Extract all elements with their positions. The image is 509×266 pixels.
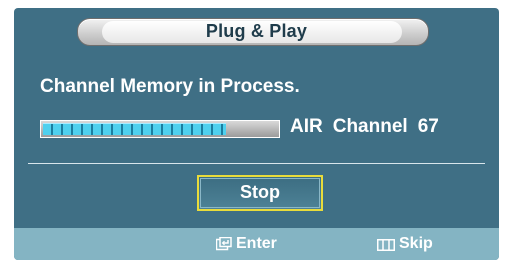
skip-label: Skip <box>399 235 433 252</box>
channel-info: AIR Channel 67 <box>290 116 449 138</box>
channel-number: 67 <box>417 116 439 137</box>
stop-button[interactable]: Stop <box>197 175 323 211</box>
progress-bar <box>40 120 280 138</box>
status-label: Channel Memory in Process. <box>40 76 300 97</box>
channel-label: Channel <box>332 116 408 137</box>
title-bar: Plug & Play <box>14 8 499 50</box>
skip-hint[interactable]: Skip <box>377 234 433 254</box>
plug-and-play-dialog: Plug & Play Channel Memory in Process. A… <box>14 8 499 260</box>
footer-bar: Enter Skip <box>14 228 499 260</box>
divider <box>28 163 485 164</box>
enter-key-icon <box>215 236 232 251</box>
menu-key-icon <box>377 239 395 251</box>
source-label: AIR <box>290 116 323 137</box>
enter-label: Enter <box>236 235 277 252</box>
progress-fill <box>43 123 226 135</box>
dialog-title: Plug & Play <box>205 21 308 41</box>
enter-hint[interactable]: Enter <box>215 234 277 254</box>
